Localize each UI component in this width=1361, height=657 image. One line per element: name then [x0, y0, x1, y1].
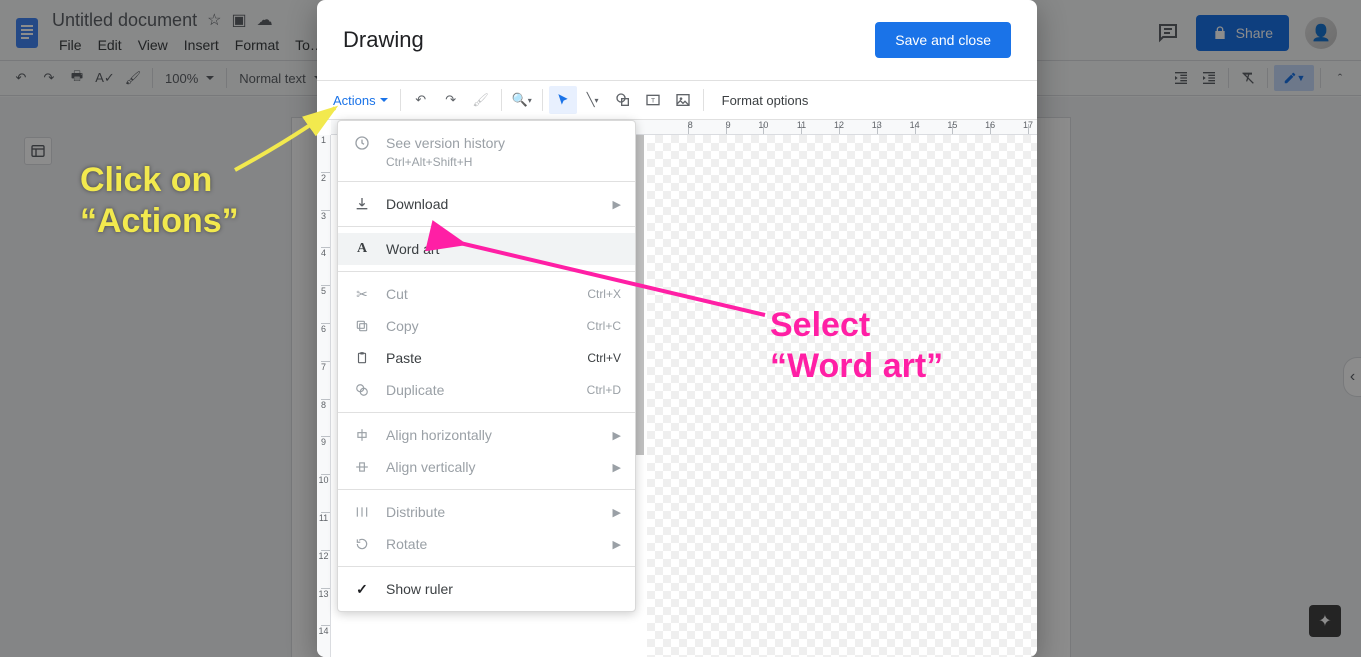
- copy-icon: [352, 316, 372, 336]
- save-and-close-button[interactable]: Save and close: [875, 22, 1011, 58]
- keyboard-shortcut: Ctrl+C: [587, 319, 621, 333]
- menu-paste[interactable]: Paste Ctrl+V: [338, 342, 635, 374]
- menu-label: Paste: [386, 350, 422, 366]
- menu-rotate: Rotate ▶: [338, 528, 635, 560]
- keyboard-shortcut: Ctrl+Alt+Shift+H: [386, 155, 472, 169]
- menu-label: See version history: [386, 135, 505, 151]
- undo-icon[interactable]: ↶: [407, 86, 435, 114]
- align-vertical-icon: [352, 457, 372, 477]
- menu-label: Align horizontally: [386, 427, 492, 443]
- shape-tool-icon[interactable]: [609, 86, 637, 114]
- keyboard-shortcut: Ctrl+V: [587, 351, 621, 365]
- menu-duplicate: Duplicate Ctrl+D: [338, 374, 635, 406]
- menu-label: Word art: [386, 241, 439, 257]
- submenu-arrow-icon: ▶: [613, 538, 621, 551]
- menu-align-horizontally: Align horizontally ▶: [338, 419, 635, 451]
- app-root: Untitled document ☆ ▣ ☁ File Edit View I…: [0, 0, 1361, 657]
- image-tool-icon[interactable]: [669, 86, 697, 114]
- duplicate-icon: [352, 380, 372, 400]
- align-horizontal-icon: [352, 425, 372, 445]
- menu-cut: ✂ Cut Ctrl+X: [338, 278, 635, 310]
- menu-copy: Copy Ctrl+C: [338, 310, 635, 342]
- paint-format-icon: 🖌: [467, 86, 495, 114]
- textbox-tool-icon[interactable]: T: [639, 86, 667, 114]
- select-tool-icon[interactable]: [549, 86, 577, 114]
- submenu-arrow-icon: ▶: [613, 461, 621, 474]
- menu-label: Rotate: [386, 536, 427, 552]
- submenu-arrow-icon: ▶: [613, 198, 621, 211]
- menu-download[interactable]: Download ▶: [338, 188, 635, 220]
- line-tool-icon[interactable]: ╲▾: [579, 86, 607, 114]
- rotate-icon: [352, 534, 372, 554]
- menu-label: Distribute: [386, 504, 445, 520]
- menu-distribute: Distribute ▶: [338, 496, 635, 528]
- menu-word-art[interactable]: A Word art: [338, 233, 635, 265]
- svg-text:T: T: [651, 98, 655, 105]
- menu-label: Show ruler: [386, 581, 453, 597]
- menu-label: Align vertically: [386, 459, 475, 475]
- menu-align-vertically: Align vertically ▶: [338, 451, 635, 483]
- menu-label: Copy: [386, 318, 419, 334]
- paste-icon: [352, 348, 372, 368]
- menu-version-history: See version history Ctrl+Alt+Shift+H: [338, 127, 635, 175]
- menu-show-ruler[interactable]: Show ruler: [338, 573, 635, 605]
- download-icon: [352, 194, 372, 214]
- drawing-toolbar: Actions ↶ ↷ 🖌 🔍▾ ╲▾ T Format options: [317, 80, 1037, 120]
- submenu-arrow-icon: ▶: [613, 429, 621, 442]
- check-icon: [352, 579, 372, 599]
- cut-icon: ✂: [352, 284, 372, 304]
- word-art-icon: A: [352, 239, 372, 259]
- zoom-icon[interactable]: 🔍▾: [508, 86, 536, 114]
- menu-label: Download: [386, 196, 448, 212]
- actions-dropdown: See version history Ctrl+Alt+Shift+H Dow…: [337, 120, 636, 612]
- redo-icon[interactable]: ↷: [437, 86, 465, 114]
- history-icon: [352, 133, 372, 153]
- dialog-title: Drawing: [343, 27, 424, 53]
- menu-label: Cut: [386, 286, 408, 302]
- keyboard-shortcut: Ctrl+D: [587, 383, 621, 397]
- drawing-canvas[interactable]: [647, 135, 1037, 657]
- vertical-ruler: 1 2 3 4 5 6 7 8 9 10 11 12 13 14: [317, 135, 331, 657]
- submenu-arrow-icon: ▶: [613, 506, 621, 519]
- format-options-button[interactable]: Format options: [710, 93, 821, 108]
- keyboard-shortcut: Ctrl+X: [587, 287, 621, 301]
- menu-label: Duplicate: [386, 382, 444, 398]
- distribute-icon: [352, 502, 372, 522]
- actions-menu-button[interactable]: Actions: [327, 89, 394, 112]
- drawing-dialog: Drawing Save and close Actions ↶ ↷ 🖌 🔍▾ …: [317, 0, 1037, 657]
